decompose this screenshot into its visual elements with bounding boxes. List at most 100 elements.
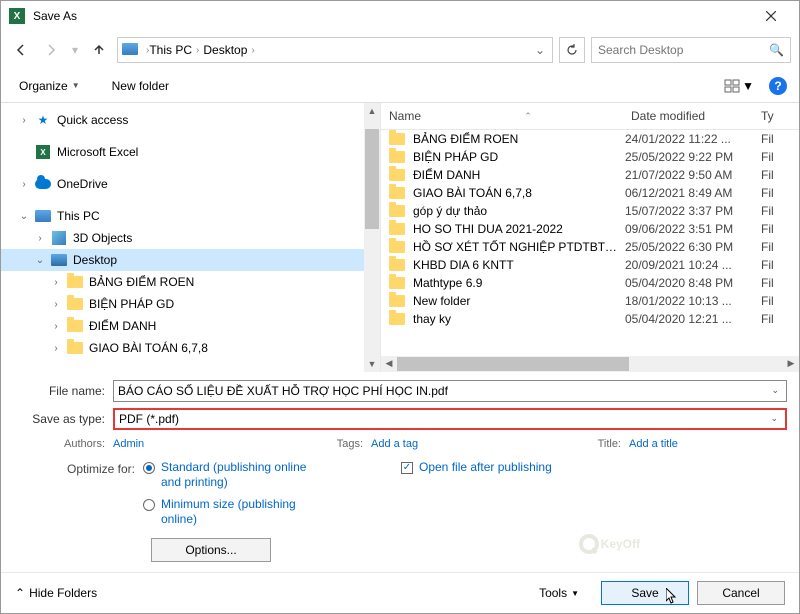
organize-button[interactable]: Organize▼	[13, 75, 86, 97]
scroll-down-icon[interactable]: ▼	[364, 356, 380, 372]
tree-scrollbar[interactable]: ▲ ▼	[364, 103, 380, 372]
chevron-down-icon[interactable]: ⌄	[768, 385, 782, 396]
file-type: Fil	[761, 240, 791, 254]
file-type: Fil	[761, 204, 791, 218]
tools-dropdown[interactable]: Tools▼	[539, 586, 579, 600]
file-type: Fil	[761, 312, 791, 326]
scroll-thumb[interactable]	[365, 129, 379, 229]
file-date: 05/04/2020 12:21 ...	[625, 312, 755, 326]
tree-excel[interactable]: XMicrosoft Excel	[1, 141, 380, 163]
close-button[interactable]	[751, 4, 791, 28]
file-row[interactable]: BIỆN PHÁP GD25/05/2022 9:22 PMFil	[381, 148, 799, 166]
file-row[interactable]: ĐIỂM DANH21/07/2022 9:50 AMFil	[381, 166, 799, 184]
file-name: HO SO THI DUA 2021-2022	[413, 222, 619, 236]
filename-field[interactable]: ⌄	[113, 380, 787, 402]
file-list-hscroll[interactable]: ◀ ▶	[381, 356, 799, 372]
tree-folder[interactable]: ›ĐIỂM DANH	[1, 315, 380, 337]
tree-folder[interactable]: ›BIỆN PHÁP GD	[1, 293, 380, 315]
search-box[interactable]: 🔍	[591, 37, 791, 63]
thispc-icon	[122, 41, 140, 59]
checkbox-checked-icon: ✓	[401, 462, 413, 474]
chevron-down-icon[interactable]: ⌄	[767, 413, 781, 424]
tree-3dobjects[interactable]: ›3D Objects	[1, 227, 380, 249]
address-bar[interactable]: › This PC › Desktop › ⌄	[117, 37, 553, 63]
file-date: 25/05/2022 6:30 PM	[625, 240, 755, 254]
filename-input[interactable]	[118, 384, 768, 398]
up-button[interactable]	[87, 38, 111, 62]
back-button[interactable]	[9, 38, 33, 62]
optimize-label: Optimize for:	[13, 460, 143, 476]
tree-desktop[interactable]: ⌄Desktop	[1, 249, 380, 271]
address-dropdown-icon[interactable]: ⌄	[532, 43, 548, 57]
cancel-button[interactable]: Cancel	[697, 581, 785, 605]
saveastype-label: Save as type:	[13, 412, 113, 426]
saveastype-field[interactable]: ⌄	[113, 408, 787, 430]
folder-icon	[389, 169, 405, 181]
newfolder-button[interactable]: New folder	[106, 75, 175, 97]
forward-button[interactable]	[39, 38, 63, 62]
tree-onedrive[interactable]: ›OneDrive	[1, 173, 380, 195]
hscroll-thumb[interactable]	[397, 357, 629, 371]
radio-off-icon	[143, 499, 155, 511]
saveastype-input[interactable]	[119, 412, 767, 426]
folder-icon	[389, 313, 405, 325]
file-row[interactable]: HO SO THI DUA 2021-202209/06/2022 3:51 P…	[381, 220, 799, 238]
help-icon[interactable]: ?	[769, 77, 787, 95]
file-row[interactable]: góp ý dự thảo 15/07/2022 3:37 PM Fil	[381, 202, 799, 220]
sort-icon: ⌃	[524, 111, 532, 122]
file-row[interactable]: New folder18/01/2022 10:13 ...Fil	[381, 292, 799, 310]
file-row[interactable]: Mathtype 6.905/04/2020 8:48 PMFil	[381, 274, 799, 292]
save-button[interactable]: Save	[601, 581, 689, 605]
3d-icon	[51, 230, 67, 246]
nav-tree[interactable]: ›★Quick access XMicrosoft Excel ›OneDriv…	[1, 103, 381, 372]
window-title: Save As	[33, 9, 751, 23]
file-name: GIAO BÀI TOÁN 6,7,8	[413, 186, 619, 200]
file-list: Name⌃ Date modified Ty BẢNG ĐIỂM ROEN24/…	[381, 103, 799, 372]
tree-quick-access[interactable]: ›★Quick access	[1, 109, 380, 131]
scroll-up-icon[interactable]: ▲	[364, 103, 380, 119]
title-value[interactable]: Add a title	[629, 438, 678, 450]
file-row[interactable]: HỒ SƠ XÉT TỐT NGHIỆP PTDTBT THCS ... 25/0…	[381, 238, 799, 256]
tree-folder[interactable]: ›GIAO BÀI TOÁN 6,7,8	[1, 337, 380, 359]
search-input[interactable]	[598, 43, 769, 57]
close-icon	[766, 11, 776, 21]
breadcrumb-desktop[interactable]: Desktop	[203, 43, 247, 57]
file-row[interactable]: KHBD DIA 6 KNTT20/09/2021 10:24 ...Fil	[381, 256, 799, 274]
hide-folders-button[interactable]: ⌃Hide Folders	[15, 586, 97, 600]
file-type: Fil	[761, 132, 791, 146]
refresh-button[interactable]	[559, 37, 585, 63]
optimize-minimum[interactable]: Minimum size (publishing online)	[143, 497, 311, 528]
main-pane: ›★Quick access XMicrosoft Excel ›OneDriv…	[1, 103, 799, 372]
view-button[interactable]: ▼	[719, 76, 759, 96]
tree-thispc[interactable]: ⌄This PC	[1, 205, 380, 227]
breadcrumb-thispc[interactable]: This PC	[149, 43, 192, 57]
file-date: 25/05/2022 9:22 PM	[625, 150, 755, 164]
file-row[interactable]: BẢNG ĐIỂM ROEN24/01/2022 11:22 ...Fil	[381, 130, 799, 148]
file-date: 15/07/2022 3:37 PM	[625, 204, 755, 218]
tags-value[interactable]: Add a tag	[371, 438, 418, 450]
file-row[interactable]: thay ky05/04/2020 12:21 ...Fil	[381, 310, 799, 328]
file-type: Fil	[761, 222, 791, 236]
open-after-checkbox[interactable]: ✓ Open file after publishing	[401, 460, 552, 476]
optimize-standard[interactable]: Standard (publishing online and printing…	[143, 460, 311, 491]
recent-dropdown[interactable]: ▾	[69, 38, 81, 62]
folder-icon	[389, 295, 405, 307]
scroll-right-icon[interactable]: ▶	[783, 358, 799, 369]
file-name: KHBD DIA 6 KNTT	[413, 258, 619, 272]
file-type: Fil	[761, 276, 791, 290]
folder-icon	[389, 277, 405, 289]
file-row[interactable]: GIAO BÀI TOÁN 6,7,806/12/2021 8:49 AMFil	[381, 184, 799, 202]
folder-icon	[67, 274, 83, 290]
file-date: 05/04/2020 8:48 PM	[625, 276, 755, 290]
tags-label: Tags:	[271, 438, 371, 450]
folder-icon	[389, 133, 405, 145]
scroll-left-icon[interactable]: ◀	[381, 358, 397, 369]
file-name: góp ý dự thảo	[413, 204, 619, 218]
file-list-header[interactable]: Name⌃ Date modified Ty	[381, 103, 799, 130]
options-button[interactable]: Options...	[151, 538, 271, 562]
file-name: HỒ SƠ XÉT TỐT NGHIỆP PTDTBT THCS ...	[413, 240, 619, 254]
authors-value[interactable]: Admin	[113, 438, 144, 450]
tree-folder[interactable]: ›BẢNG ĐIỂM ROEN	[1, 271, 380, 293]
file-date: 06/12/2021 8:49 AM	[625, 186, 755, 200]
radio-on-icon	[143, 462, 155, 474]
